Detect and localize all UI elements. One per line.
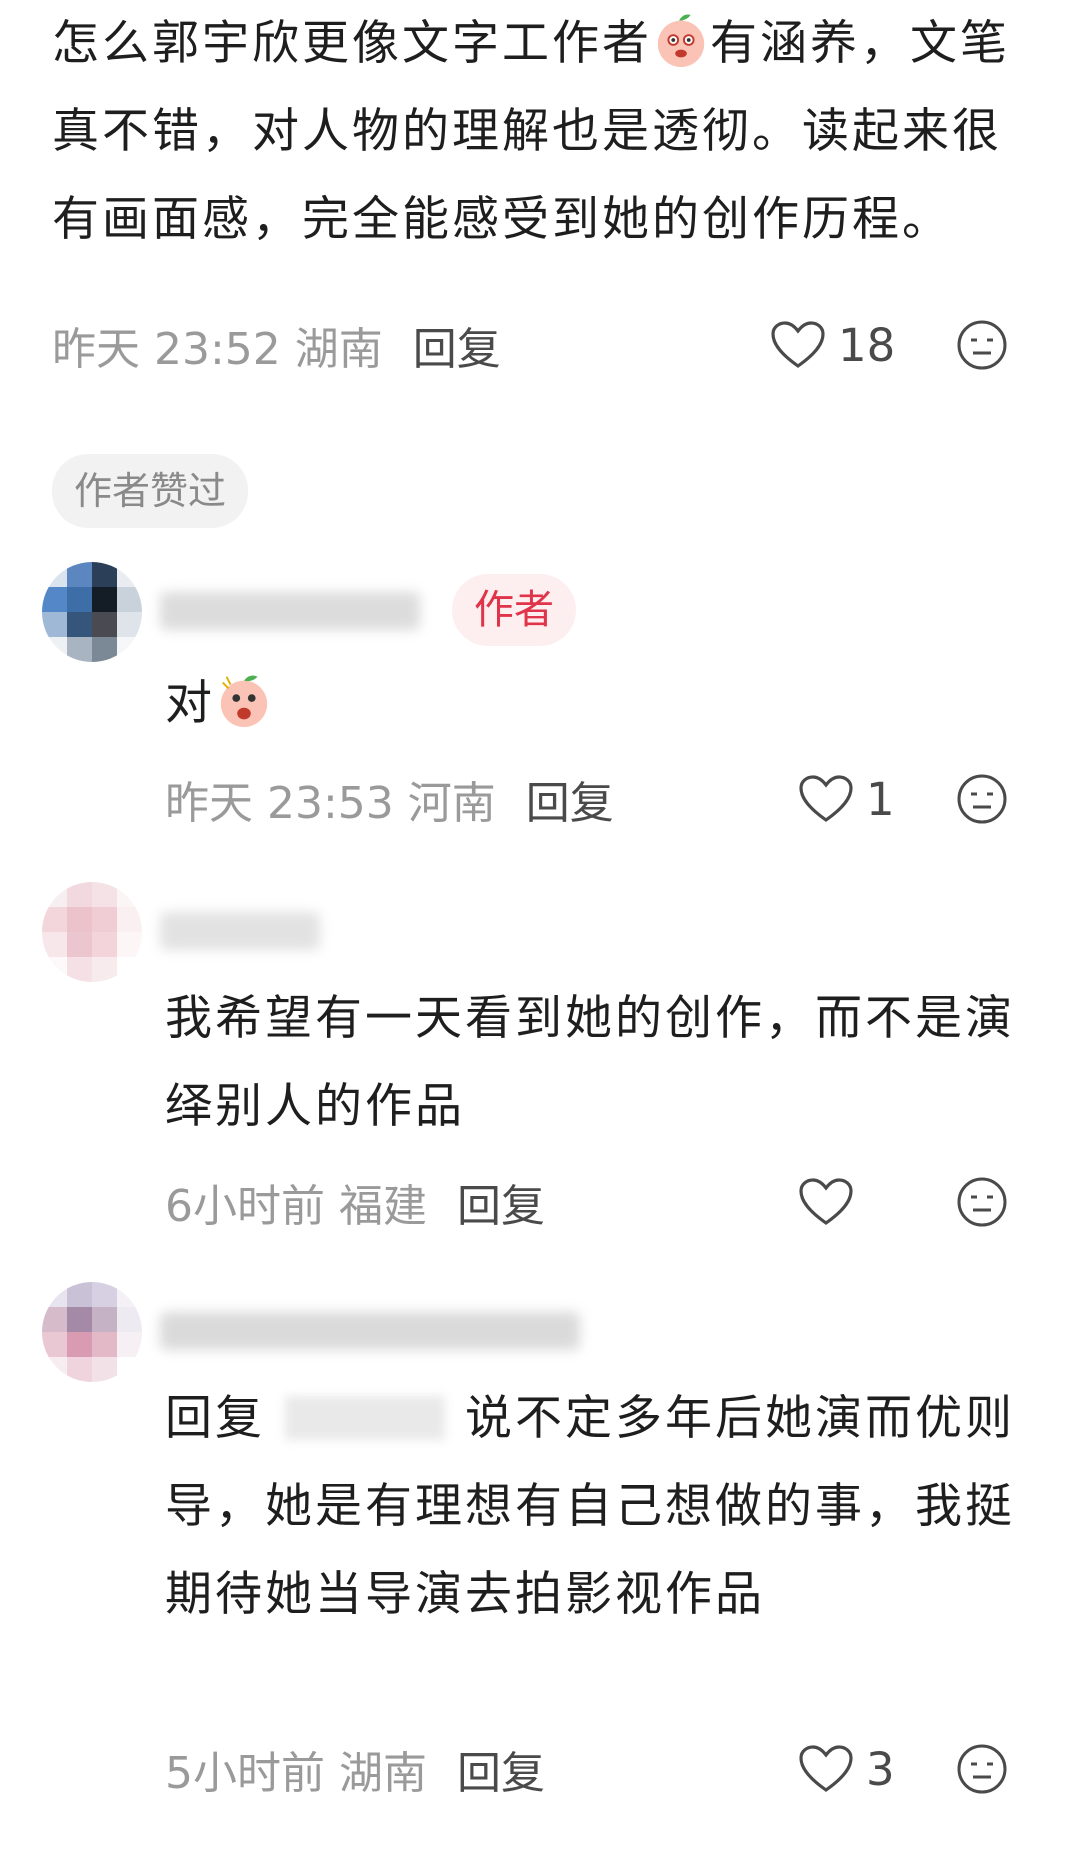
dislike-button[interactable] [956,1743,1008,1799]
dislike-button[interactable] [956,1176,1008,1232]
comment-2-body: 对 [165,676,215,731]
comment-2-meta: 昨天 23:53 河南 回复 [165,769,614,829]
comment-2-text: 对 [165,660,273,748]
timestamp: 昨天 23:53 [165,778,394,829]
reply-prefix: 回复 [165,1391,265,1446]
thinking-peach-emoji-icon [652,10,710,68]
meh-face-icon [957,320,1007,370]
comment-4-meta: 5小时前 湖南 回复 [165,1739,545,1799]
region-label: 湖南 [339,1748,427,1799]
mentioned-user-blurred[interactable] [285,1396,445,1440]
heart-icon [771,321,825,368]
username-blurred[interactable] [160,912,320,950]
username-blurred[interactable] [160,592,420,630]
like-button[interactable] [798,1172,866,1232]
heart-icon [799,775,853,822]
heart-icon [799,1178,853,1225]
meh-face-icon [957,774,1007,824]
region-label: 福建 [339,1181,427,1232]
heart-icon [799,1745,853,1792]
region-label: 河南 [407,778,496,829]
avatar[interactable] [42,562,142,662]
reply-button[interactable]: 回复 [457,1170,545,1234]
username-blurred[interactable] [160,1312,580,1350]
timestamp: 5小时前 [165,1748,325,1799]
comment-4-text: 回复 说不定多年后她演而优则导，她是有理想有自己想做的事，我挺期待她当导演去拍影视… [165,1375,1035,1639]
comment-1-meta: 昨天 23:52 湖南 回复 [52,315,501,375]
comment-3-text: 我希望有一天看到她的创作，而不是演绎别人的作品 [165,991,1015,1134]
comment-1-text: 怎么郭宇欣更像文字工作者 有涵养，文笔真不错，对人物的理解也是透彻。读起来很有画面… [52,0,1042,264]
like-button[interactable]: 1 [798,769,895,829]
meh-face-icon [957,1177,1007,1227]
reply-button[interactable]: 回复 [457,1737,545,1801]
shocked-peach-emoji-icon [215,670,273,728]
reply-button[interactable]: 回复 [526,767,614,831]
timestamp: 6小时前 [165,1181,325,1232]
comment-1-text-part-a: 怎么郭宇欣更像文字工作者 [52,16,652,71]
author-liked-badge: 作者赞过 [52,454,249,528]
region-label: 湖南 [294,324,383,375]
reply-button[interactable]: 回复 [413,313,501,377]
like-button[interactable]: 3 [798,1739,895,1799]
comment-3-meta: 6小时前 福建 回复 [165,1172,545,1232]
dislike-button[interactable] [956,773,1008,829]
meh-face-icon [957,1744,1007,1794]
author-tag: 作者 [452,574,576,646]
like-button[interactable]: 18 [770,315,895,375]
like-count: 3 [866,1742,895,1796]
like-count: 1 [866,772,895,826]
dislike-button[interactable] [956,319,1008,375]
avatar[interactable] [42,882,142,982]
like-count: 18 [838,318,896,372]
timestamp: 昨天 23:52 [52,324,281,375]
avatar[interactable] [42,1282,142,1382]
